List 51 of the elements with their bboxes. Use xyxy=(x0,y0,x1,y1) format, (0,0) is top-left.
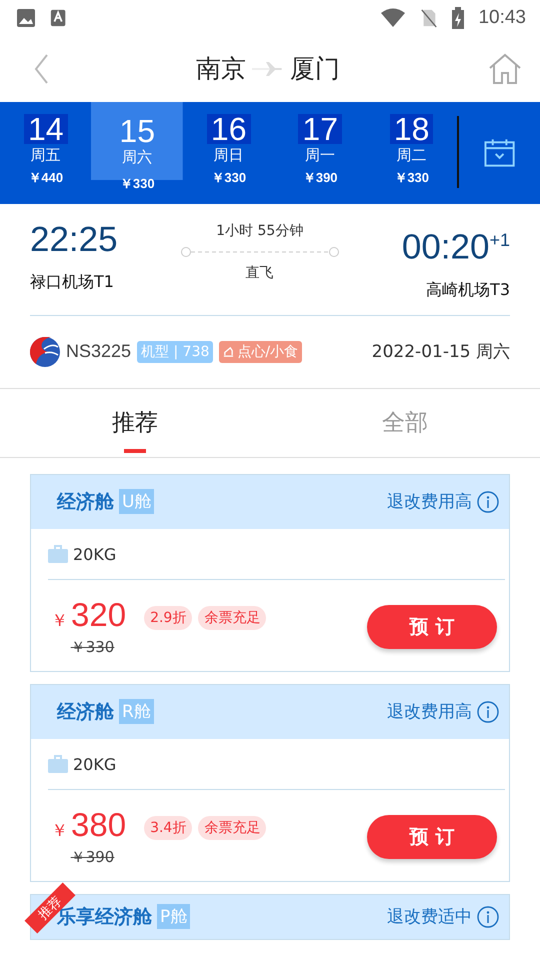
refund-policy[interactable]: 退改费适中 xyxy=(387,905,472,928)
aircraft-tag: 机型 | 738 xyxy=(137,340,214,363)
discount-tag: 2.9折 xyxy=(144,606,192,630)
book-button[interactable]: 预 订 xyxy=(367,815,497,860)
flight-date: 2022-01-15 周六 xyxy=(372,341,510,364)
info-icon[interactable] xyxy=(477,490,499,513)
battery-icon xyxy=(452,6,464,28)
date-tab[interactable]: 14 周五 ￥440 xyxy=(0,102,92,204)
origin-city: 南京 xyxy=(196,53,246,85)
refund-policy[interactable]: 退改费用高 xyxy=(387,490,472,514)
calendar-icon[interactable] xyxy=(484,138,516,168)
image-icon xyxy=(16,8,36,28)
info-icon[interactable] xyxy=(477,700,499,723)
status-time: 10:43 xyxy=(478,6,526,28)
meal-tag: 点心/小食 xyxy=(219,340,302,363)
original-price: ￥330 xyxy=(70,638,114,657)
wifi-icon xyxy=(380,8,406,28)
info-icon[interactable] xyxy=(477,906,499,928)
font-icon xyxy=(50,8,68,28)
cabin-name: 经济舱 xyxy=(57,490,114,515)
availability-tag: 余票充足 xyxy=(198,606,266,630)
arrival-time: 00:20$^{+1}$ xyxy=(402,226,510,268)
date-tab[interactable]: 16 周日 ￥330 xyxy=(182,102,274,204)
home-icon[interactable] xyxy=(488,52,522,84)
luggage-icon xyxy=(48,755,68,774)
class-tag: R舱 xyxy=(119,699,154,724)
original-price: ￥390 xyxy=(70,848,114,867)
luggage-icon xyxy=(48,545,68,564)
stops-label: 直飞 xyxy=(246,264,274,282)
class-tag: U舱 xyxy=(119,489,154,514)
fare-price: ￥320 xyxy=(51,598,126,635)
date-tab[interactable]: 18 周二 ￥330 xyxy=(366,102,458,204)
class-tag: P舱 xyxy=(157,904,190,930)
baggage-allowance: 20KG xyxy=(73,754,116,774)
fare-price: ￥380 xyxy=(51,808,126,845)
destination-city: 厦门 xyxy=(290,53,340,85)
baggage-allowance: 20KG xyxy=(73,544,116,564)
arrival-airport: 高崎机场T3 xyxy=(426,280,510,301)
plane-icon xyxy=(252,60,284,76)
availability-tag: 余票充足 xyxy=(198,816,266,840)
discount-tag: 3.4折 xyxy=(144,816,192,840)
cabin-name: 经济舱 xyxy=(57,700,114,725)
departure-airport: 禄口机场T1 xyxy=(30,272,115,293)
date-tab[interactable]: 17 周一 ￥390 xyxy=(274,102,366,204)
airline-logo xyxy=(30,336,60,367)
no-sim-icon xyxy=(420,6,438,28)
flight-number: NS3225 xyxy=(66,341,132,362)
refund-policy[interactable]: 退改费用高 xyxy=(387,700,472,724)
departure-time: 22:25 xyxy=(30,220,118,260)
book-button[interactable]: 预 订 xyxy=(367,605,497,650)
flight-duration: 1小时 55分钟 xyxy=(216,222,304,240)
